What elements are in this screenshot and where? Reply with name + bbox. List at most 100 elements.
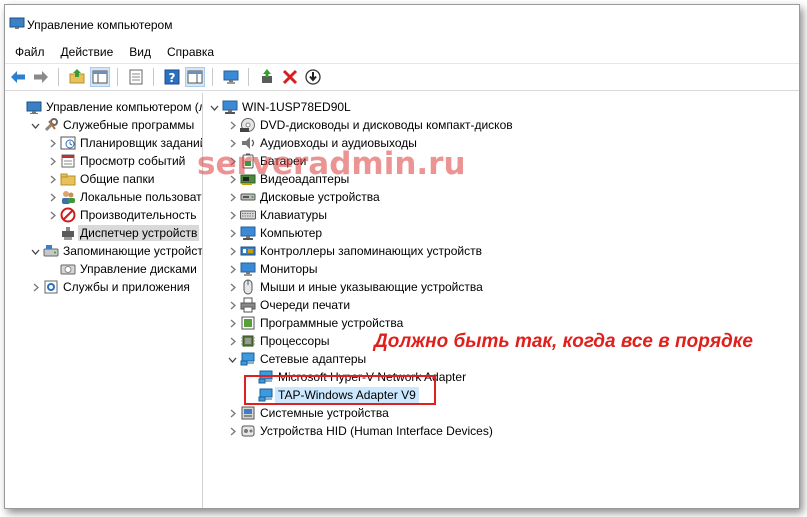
tree-item-label: Дисковые устройства <box>260 190 380 204</box>
tree-item-label: Процессоры <box>260 334 330 348</box>
expand-arrow-icon[interactable] <box>226 317 238 329</box>
tree-item[interactable]: Управление компьютером (л <box>12 98 203 116</box>
menu-file[interactable]: Файл <box>9 45 51 59</box>
forward-arrow-icon[interactable] <box>31 67 51 87</box>
tree-item[interactable]: Планировщик заданий <box>46 134 203 152</box>
tree-item-label: Системные устройства <box>260 406 389 420</box>
tree-item[interactable]: Мыши и иные указывающие устройства <box>226 278 483 296</box>
toolbar-separator <box>117 68 118 86</box>
storage-icon <box>43 243 59 259</box>
up-folder-icon[interactable] <box>67 67 87 87</box>
tree-item-label: Управление дисками <box>80 262 197 276</box>
toolbar-separator <box>212 68 213 86</box>
tree-item-label: Планировщик заданий <box>80 136 203 150</box>
uninstall-x-icon[interactable] <box>280 67 300 87</box>
tree-item[interactable]: WIN-1USP78ED90L <box>208 98 351 116</box>
tree-item-label: Просмотр событий <box>80 154 186 168</box>
properties-icon[interactable] <box>126 67 146 87</box>
tree-item[interactable]: Управление дисками <box>46 260 197 278</box>
tree-item[interactable]: Локальные пользовате <box>46 188 203 206</box>
tree-item[interactable]: Дисковые устройства <box>226 188 380 206</box>
expand-arrow-icon[interactable] <box>46 155 58 167</box>
tree-item-label: Запоминающие устройст <box>63 244 203 258</box>
svg-text:?: ? <box>169 71 176 85</box>
hid-icon <box>240 423 256 439</box>
tree-item[interactable]: Диспетчер устройств <box>46 224 200 242</box>
expand-arrow-icon[interactable] <box>226 245 238 257</box>
tree-item[interactable]: Программные устройства <box>226 314 403 332</box>
monitor-icon[interactable] <box>221 67 241 87</box>
collapse-arrow-icon[interactable] <box>208 101 220 113</box>
tree-item-label: WIN-1USP78ED90L <box>242 100 351 114</box>
expand-arrow-icon[interactable] <box>226 299 238 311</box>
expand-arrow-icon[interactable] <box>226 227 238 239</box>
menu-help[interactable]: Справка <box>161 45 220 59</box>
expand-arrow-icon[interactable] <box>226 191 238 203</box>
tree-item[interactable]: Клавиатуры <box>226 206 327 224</box>
tree-item[interactable]: DVD-дисководы и дисководы компакт-дисков <box>226 116 513 134</box>
title-bar[interactable]: Управление компьютером <box>5 5 799 41</box>
shared-folder-icon <box>60 171 76 187</box>
computer-icon <box>240 225 256 241</box>
collapse-arrow-icon[interactable] <box>29 119 41 131</box>
tree-item[interactable]: Процессоры <box>226 332 330 350</box>
storage-controller-icon <box>240 243 256 259</box>
console-tree-pane[interactable]: Управление компьютером (л Служебные прогр… <box>10 93 203 508</box>
expand-arrow-icon[interactable] <box>226 119 238 131</box>
tree-item[interactable]: Запоминающие устройст <box>29 242 203 260</box>
expand-arrow-icon[interactable] <box>226 407 238 419</box>
update-driver-icon[interactable] <box>303 67 323 87</box>
console-view-icon[interactable] <box>185 67 205 87</box>
menu-view[interactable]: Вид <box>123 45 157 59</box>
tree-item-label: Очереди печати <box>260 298 351 312</box>
tree-item[interactable]: Контроллеры запоминающих устройств <box>226 242 482 260</box>
processor-icon <box>240 333 256 349</box>
event-viewer-icon <box>60 153 76 169</box>
tree-item[interactable]: Службы и приложения <box>29 278 190 296</box>
monitor-icon <box>240 261 256 277</box>
tree-item-label: Сетевые адаптеры <box>260 352 367 366</box>
expand-arrow-icon[interactable] <box>226 263 238 275</box>
tree-item-label: Компьютер <box>260 226 323 240</box>
help-icon[interactable]: ? <box>162 67 182 87</box>
tree-item[interactable]: Общие папки <box>46 170 154 188</box>
expand-arrow-icon[interactable] <box>226 335 238 347</box>
expander-placeholder <box>46 227 58 239</box>
system-device-icon <box>240 405 256 421</box>
tree-item-label: Клавиатуры <box>260 208 327 222</box>
tree-item[interactable]: Устройства HID (Human Interface Devices) <box>226 422 493 440</box>
expand-arrow-icon[interactable] <box>226 209 238 221</box>
tree-item[interactable]: Мониторы <box>226 260 317 278</box>
expand-arrow-icon[interactable] <box>46 173 58 185</box>
expand-arrow-icon[interactable] <box>46 137 58 149</box>
show-hide-tree-icon[interactable] <box>90 67 110 87</box>
expand-arrow-icon[interactable] <box>226 425 238 437</box>
tree-item[interactable]: Производительность <box>46 206 196 224</box>
tree-item-label: Контроллеры запоминающих устройств <box>260 244 482 258</box>
menu-action[interactable]: Действие <box>55 45 120 59</box>
collapse-arrow-icon[interactable] <box>226 353 238 365</box>
back-arrow-icon[interactable] <box>8 67 28 87</box>
tree-item[interactable]: Системные устройства <box>226 404 389 422</box>
expand-arrow-icon[interactable] <box>29 281 41 293</box>
tree-item[interactable]: Сетевые адаптеры <box>226 350 366 368</box>
toolbar-separator <box>248 68 249 86</box>
expand-arrow-icon[interactable] <box>46 191 58 203</box>
tree-item[interactable]: Служебные программы <box>29 116 194 134</box>
tree-item-label: Локальные пользовате <box>80 190 203 204</box>
tools-icon <box>43 117 59 133</box>
enable-driver-icon[interactable] <box>257 67 277 87</box>
expander-placeholder <box>12 101 24 113</box>
window-title: Управление компьютером <box>27 18 173 32</box>
tree-item-label: Общие папки <box>80 172 155 186</box>
collapse-arrow-icon[interactable] <box>29 245 41 257</box>
tree-item[interactable]: Компьютер <box>226 224 322 242</box>
expand-arrow-icon[interactable] <box>226 281 238 293</box>
tree-item-label: Управление компьютером (л <box>46 100 203 114</box>
highlight-box <box>244 375 436 405</box>
tree-item[interactable]: Просмотр событий <box>46 152 185 170</box>
expand-arrow-icon[interactable] <box>46 209 58 221</box>
tree-item[interactable]: Очереди печати <box>226 296 350 314</box>
computer-management-app-icon <box>9 17 25 30</box>
computer-icon <box>222 99 238 115</box>
